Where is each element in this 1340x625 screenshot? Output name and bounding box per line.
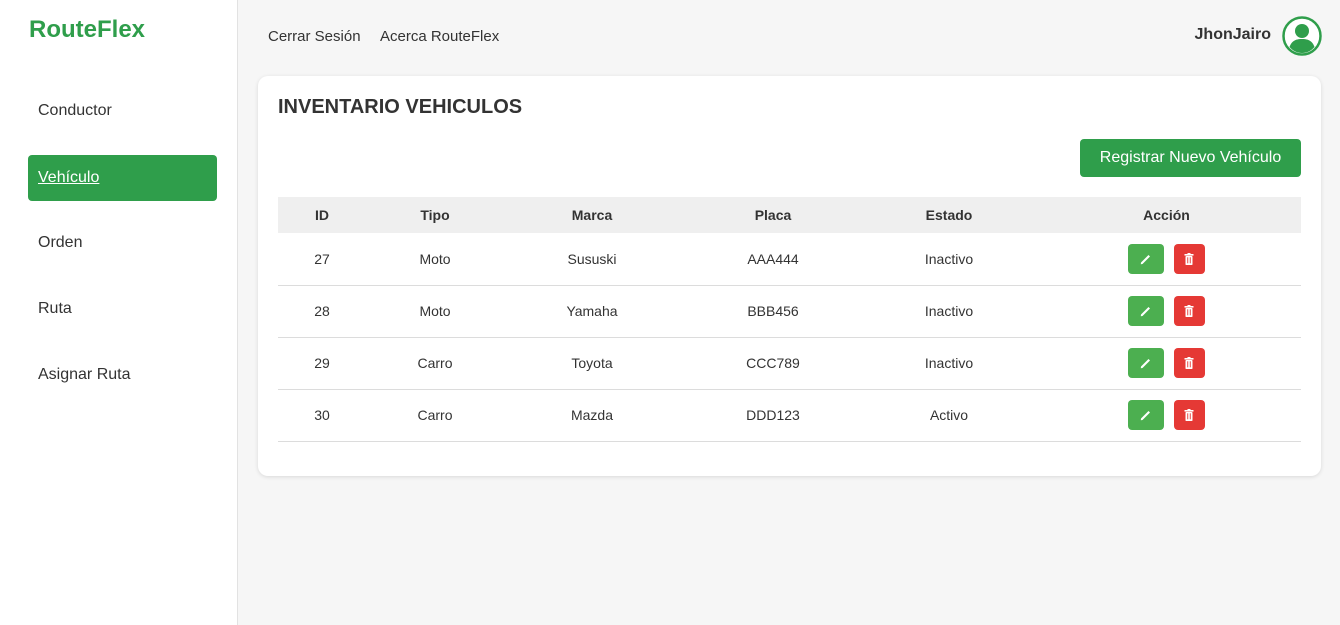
sidebar-item-asignar-ruta[interactable]: Asignar Ruta (28, 352, 217, 398)
header-tipo: Tipo (366, 197, 504, 233)
delete-button[interactable] (1173, 348, 1205, 378)
cell-marca: Toyota (504, 337, 680, 390)
cell-tipo: Carro (366, 389, 504, 442)
edit-button[interactable] (1128, 400, 1165, 430)
vehicle-table: ID Tipo Marca Placa Estado Acción 27 Mot… (278, 197, 1301, 442)
table-row: 27 Moto Sususki AAA444 Inactivo (278, 233, 1301, 286)
trash-icon (1184, 252, 1194, 265)
cell-marca: Mazda (504, 389, 680, 442)
cell-placa: BBB456 (680, 285, 866, 338)
user-name: JhonJairo (1194, 26, 1271, 43)
cell-placa: AAA444 (680, 233, 866, 286)
edit-button[interactable] (1128, 243, 1165, 274)
cell-id: 27 (278, 233, 366, 286)
cell-estado: Inactivo (866, 337, 1032, 390)
inventory-card: INVENTARIO VEHICULOS Registrar Nuevo Veh… (258, 76, 1321, 476)
about-link[interactable]: Acerca RouteFlex (380, 28, 499, 45)
delete-button[interactable] (1173, 243, 1205, 274)
delete-button[interactable] (1173, 296, 1205, 326)
cell-actions (1032, 389, 1301, 442)
trash-icon (1184, 305, 1194, 317)
cell-marca: Yamaha (504, 285, 680, 338)
sidebar-item-vehiculo[interactable]: Vehículo (28, 155, 217, 201)
cell-estado: Inactivo (866, 233, 1032, 286)
cell-id: 29 (278, 337, 366, 390)
table-header-row: ID Tipo Marca Placa Estado Acción (278, 197, 1301, 233)
user-circle-icon[interactable] (1282, 16, 1322, 56)
cell-id: 28 (278, 285, 366, 338)
table-row: 30 Carro Mazda DDD123 Activo (278, 389, 1301, 442)
cell-actions (1032, 233, 1301, 286)
cell-tipo: Carro (366, 337, 504, 390)
cell-actions (1032, 285, 1301, 338)
cell-placa: CCC789 (680, 337, 866, 390)
header-accion: Acción (1032, 197, 1301, 233)
sidebar-item-ruta[interactable]: Ruta (28, 286, 217, 332)
register-vehicle-button[interactable]: Registrar Nuevo Vehículo (1080, 139, 1301, 177)
app-logo[interactable]: RouteFlex (29, 16, 145, 44)
cell-marca: Sususki (504, 233, 680, 286)
trash-icon (1184, 409, 1194, 421)
edit-button[interactable] (1128, 348, 1165, 378)
header-estado: Estado (866, 197, 1032, 233)
sidebar-item-conductor[interactable]: Conductor (28, 88, 217, 134)
sidebar-item-orden[interactable]: Orden (28, 220, 217, 266)
edit-icon (1140, 254, 1151, 264)
delete-button[interactable] (1173, 400, 1205, 430)
cell-placa: DDD123 (680, 389, 866, 442)
header-placa: Placa (680, 197, 866, 233)
cell-id: 30 (278, 389, 366, 442)
table-row: 28 Moto Yamaha BBB456 Inactivo (278, 285, 1301, 338)
cell-tipo: Moto (366, 233, 504, 286)
cell-estado: Activo (866, 389, 1032, 442)
top-bar: Cerrar Sesión Acerca RouteFlex JhonJairo (238, 0, 1340, 72)
edit-button[interactable] (1128, 296, 1165, 326)
table-row: 29 Carro Toyota CCC789 Inactivo (278, 337, 1301, 390)
header-marca: Marca (504, 197, 680, 233)
edit-icon (1140, 411, 1151, 421)
cell-tipo: Moto (366, 285, 504, 338)
logout-link[interactable]: Cerrar Sesión (268, 28, 361, 45)
cell-estado: Inactivo (866, 285, 1032, 338)
page-title: INVENTARIO VEHICULOS (278, 96, 523, 118)
cell-actions (1032, 337, 1301, 390)
sidebar: RouteFlex Conductor Vehículo Orden Ruta … (0, 0, 238, 625)
header-id: ID (278, 197, 366, 233)
edit-icon (1140, 307, 1151, 317)
trash-icon (1184, 357, 1194, 369)
edit-icon (1140, 359, 1151, 369)
